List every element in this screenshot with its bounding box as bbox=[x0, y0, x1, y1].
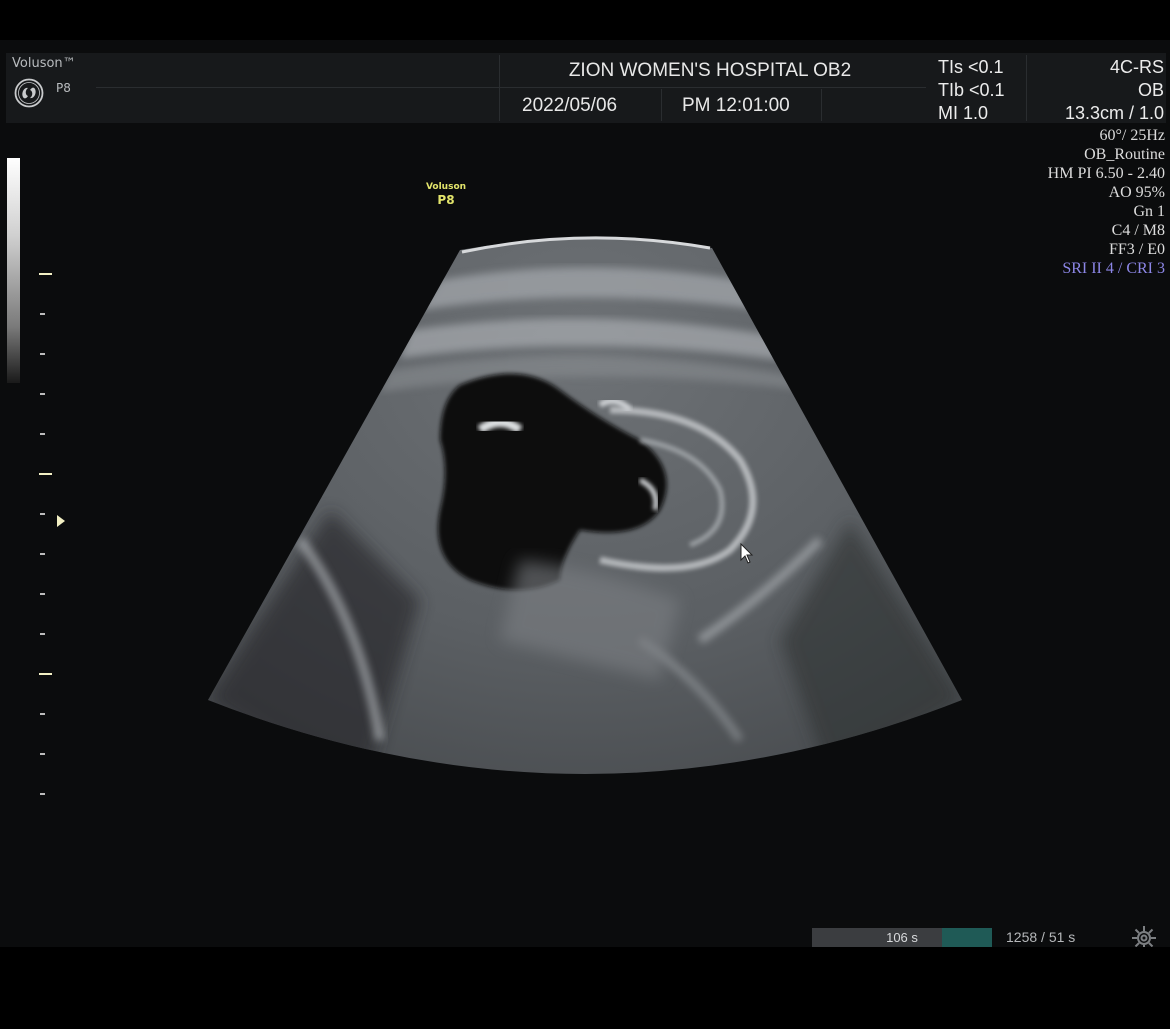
cine-current-time: 106 s bbox=[886, 930, 918, 945]
cine-frame-count: 1258 / 51 s bbox=[1006, 929, 1076, 945]
ultrasound-screen: Voluson™ P8 ZION WOMEN'S HOSPITAL OB2 20… bbox=[0, 40, 1170, 947]
ultrasound-image[interactable] bbox=[0, 40, 1170, 947]
cine-progress-bar[interactable]: 106 s bbox=[812, 928, 992, 947]
gear-icon[interactable] bbox=[1130, 924, 1158, 947]
mouse-pointer-icon bbox=[740, 543, 754, 564]
